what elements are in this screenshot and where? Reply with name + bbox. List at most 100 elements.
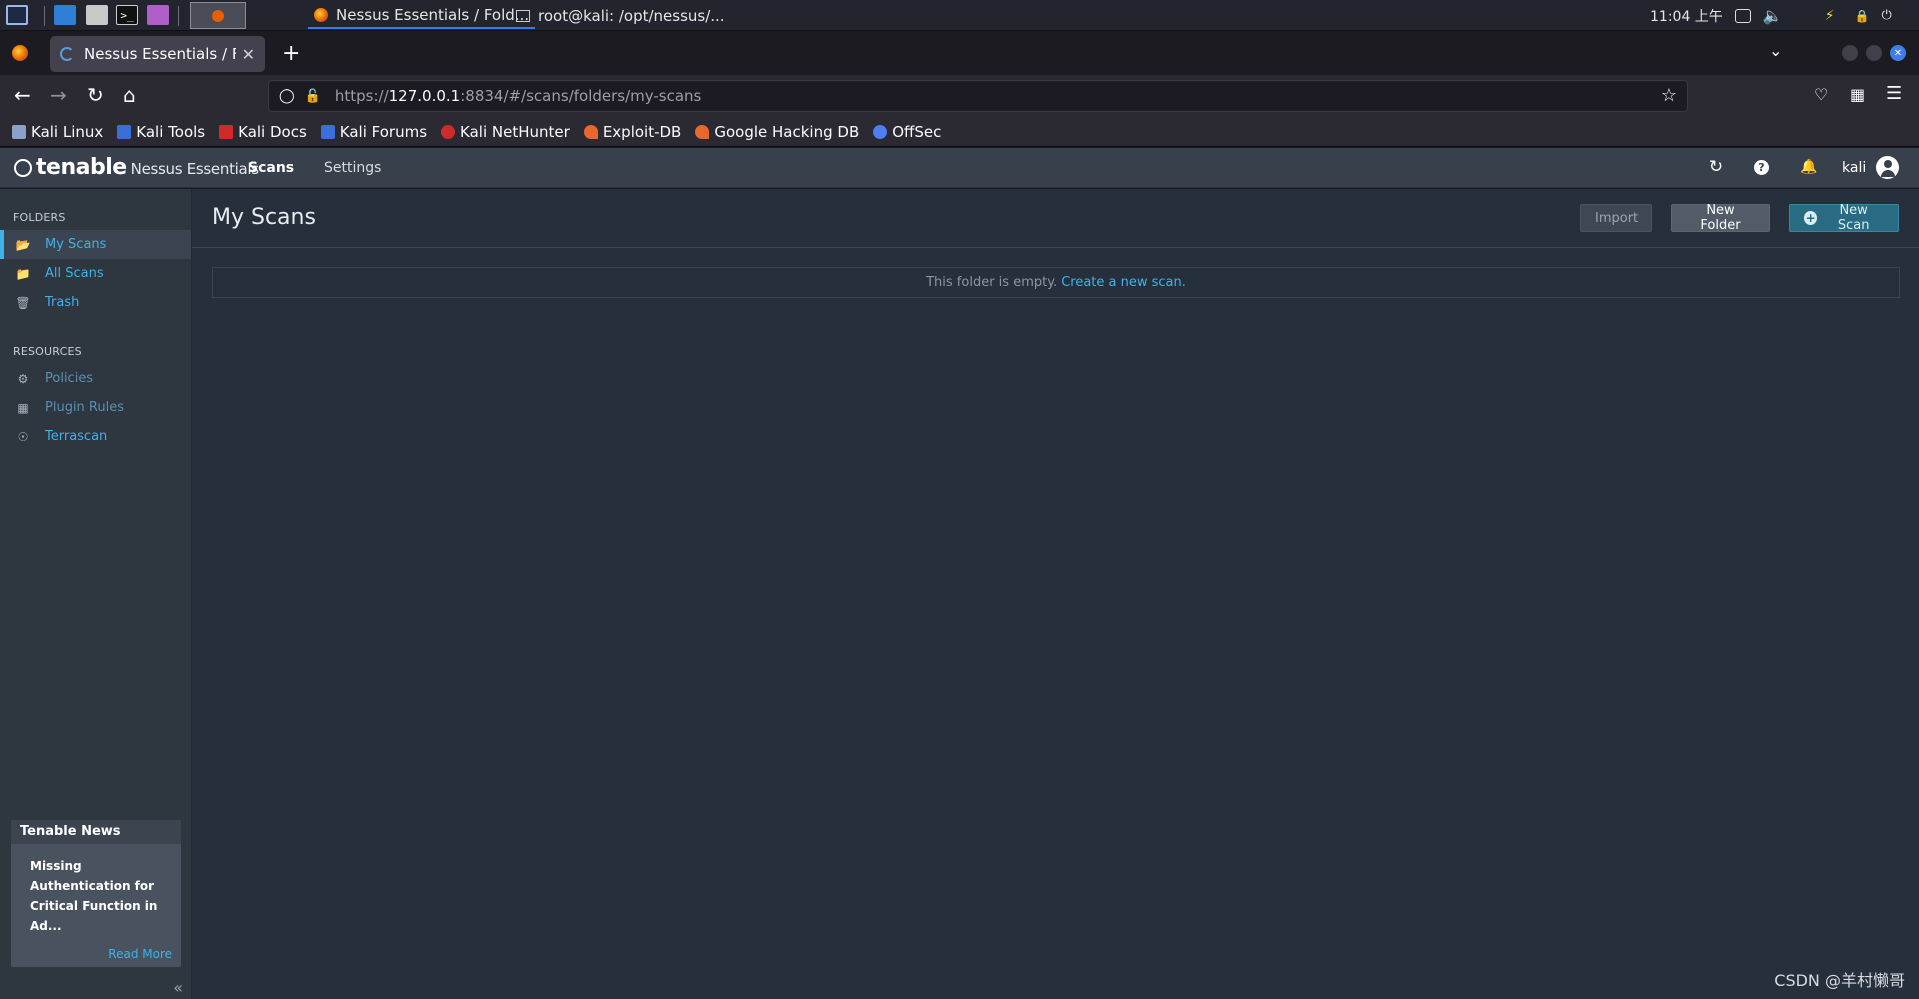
logout-icon[interactable]: ⏻ bbox=[1882, 8, 1892, 23]
back-icon[interactable]: ← bbox=[14, 83, 31, 107]
taskbar-task-terminal[interactable]: root@kali: /opt/nessus/... bbox=[510, 2, 731, 29]
taskbar-task-firefox[interactable]: Nessus Essentials / Fold... bbox=[308, 2, 536, 29]
read-more-link[interactable]: Read More bbox=[108, 947, 172, 961]
product-name: Nessus Essentials bbox=[130, 160, 259, 178]
sidebar: FOLDERS 📂 My Scans 📁 All Scans 🗑 Trash R… bbox=[0, 189, 192, 999]
file-manager-icon[interactable] bbox=[86, 5, 108, 25]
firefox-icon bbox=[212, 9, 224, 22]
window-close-button[interactable]: ✕ bbox=[1890, 45, 1906, 61]
sidebar-item-all-scans[interactable]: 📁 All Scans bbox=[0, 259, 191, 288]
insecure-lock-icon[interactable]: 🔓 bbox=[305, 89, 321, 104]
bookmark-google-hacking-db[interactable]: Google Hacking DB bbox=[695, 123, 859, 141]
tenable-ring-icon bbox=[14, 158, 32, 177]
bookmark-exploit-db[interactable]: Exploit-DB bbox=[583, 123, 681, 141]
tab-close-icon[interactable]: ✕ bbox=[242, 45, 255, 64]
folders-heading: FOLDERS bbox=[13, 211, 66, 224]
sidebar-item-label: My Scans bbox=[45, 237, 107, 252]
browser-nav-bar: ← → ↻ ⌂ ◯ 🔓 https://127.0.0.1:8834/#/sca… bbox=[0, 75, 1919, 117]
notification-icon[interactable] bbox=[1734, 8, 1751, 23]
workspace-switcher[interactable] bbox=[190, 2, 246, 29]
user-avatar-icon[interactable] bbox=[1876, 156, 1899, 179]
refresh-icon[interactable]: ↻ bbox=[1707, 157, 1725, 177]
bookmark-kali-nethunter[interactable]: Kali NetHunter bbox=[441, 123, 570, 141]
kali-dragon-icon bbox=[12, 124, 26, 139]
user-name[interactable]: kali bbox=[1842, 160, 1866, 176]
url-text[interactable]: https://127.0.0.1:8834/#/scans/folders/m… bbox=[335, 87, 702, 105]
sidebar-item-my-scans[interactable]: 📂 My Scans bbox=[0, 230, 191, 259]
bookmark-offsec[interactable]: OffSec bbox=[873, 123, 941, 141]
plugin-rules-icon: ▦ bbox=[17, 400, 29, 415]
trash-icon: 🗑 bbox=[15, 295, 31, 310]
app-menu-icon[interactable] bbox=[6, 5, 28, 25]
sidebar-item-label: Trash bbox=[45, 295, 80, 310]
extensions-icon[interactable]: ▦ bbox=[1850, 85, 1865, 104]
sidebar-item-label: All Scans bbox=[45, 266, 104, 281]
bookmark-kali-forums[interactable]: Kali Forums bbox=[320, 123, 427, 141]
tenable-news-widget: Tenable News Missing Authentication for … bbox=[11, 820, 181, 967]
tenable-logo[interactable]: tenable Nessus Essentials bbox=[14, 155, 259, 180]
loading-spinner-icon bbox=[60, 47, 74, 61]
news-headline[interactable]: Missing Authentication for Critical Func… bbox=[11, 844, 181, 936]
menu-icon[interactable]: ☰ bbox=[1886, 83, 1902, 104]
sidebar-item-label: Terrascan bbox=[45, 429, 108, 444]
create-scan-link[interactable]: Create a new scan. bbox=[1061, 275, 1186, 290]
empty-text: This folder is empty. bbox=[926, 275, 1058, 290]
new-scan-button[interactable]: + New Scan bbox=[1789, 203, 1899, 233]
bookmark-kali-tools[interactable]: Kali Tools bbox=[117, 123, 205, 141]
bookmarks-toolbar: Kali Linux Kali Tools Kali Docs Kali For… bbox=[0, 117, 1919, 147]
title-divider bbox=[192, 247, 1919, 248]
screenshot-tool-icon[interactable] bbox=[147, 5, 169, 25]
help-icon[interactable]: ? bbox=[1754, 160, 1769, 175]
page-title: My Scans bbox=[212, 205, 316, 230]
terminal-icon[interactable]: >_ bbox=[116, 5, 138, 25]
collapse-sidebar-icon[interactable]: « bbox=[173, 978, 183, 997]
kali-docs-icon bbox=[219, 124, 234, 139]
power-manager-icon[interactable]: ⚡ bbox=[1825, 8, 1835, 24]
firefox-view-icon[interactable] bbox=[12, 45, 28, 61]
sidebar-item-terrascan[interactable]: ☉ Terrascan bbox=[0, 422, 191, 451]
url-bar[interactable]: ◯ 🔓 https://127.0.0.1:8834/#/scans/folde… bbox=[268, 80, 1688, 112]
plus-circle-icon: + bbox=[1804, 211, 1818, 225]
offsec-icon bbox=[873, 124, 888, 139]
forward-icon[interactable]: → bbox=[50, 83, 67, 107]
lock-icon[interactable]: 🔒 bbox=[1855, 9, 1870, 23]
browser-tab-active[interactable]: Nessus Essentials / Folde ✕ bbox=[50, 36, 265, 72]
window-minimize-button[interactable] bbox=[1842, 45, 1858, 61]
taskbar-separator bbox=[178, 6, 179, 26]
nav-scans[interactable]: Scans bbox=[248, 160, 294, 176]
terrascan-icon: ☉ bbox=[17, 429, 29, 444]
exploit-db-icon bbox=[583, 124, 598, 139]
sidebar-item-policies[interactable]: ⚙ Policies bbox=[0, 364, 191, 393]
new-tab-button[interactable]: + bbox=[282, 41, 300, 66]
notifications-bell-icon[interactable]: 🔔 bbox=[1800, 158, 1818, 176]
folder-open-icon: 📂 bbox=[15, 237, 31, 252]
avatar-head bbox=[1883, 160, 1892, 168]
tracking-shield-icon[interactable]: ◯ bbox=[279, 88, 295, 104]
sidebar-item-label: Policies bbox=[45, 371, 94, 386]
bookmark-kali-docs[interactable]: Kali Docs bbox=[219, 123, 307, 141]
taskbar-task-label: root@kali: /opt/nessus/... bbox=[538, 6, 725, 25]
reload-icon[interactable]: ↻ bbox=[87, 83, 104, 107]
volume-icon[interactable]: 🔈 bbox=[1763, 6, 1783, 25]
bookmark-star-icon[interactable]: ☆ bbox=[1661, 85, 1677, 106]
kali-forums-icon bbox=[320, 124, 335, 139]
new-scan-label: New Scan bbox=[1837, 203, 1870, 233]
taskbar-task-label: Nessus Essentials / Fold... bbox=[336, 5, 530, 24]
import-button[interactable]: Import bbox=[1580, 204, 1652, 232]
browser-tab-strip: Nessus Essentials / Folde ✕ + ⌄ ✕ bbox=[0, 31, 1919, 75]
tab-title: Nessus Essentials / Folde bbox=[84, 45, 236, 63]
home-icon[interactable]: ⌂ bbox=[123, 83, 136, 107]
empty-folder-message: This folder is empty. Create a new scan. bbox=[212, 267, 1900, 298]
list-tabs-icon[interactable]: ⌄ bbox=[1769, 41, 1782, 60]
bookmark-kali-linux[interactable]: Kali Linux bbox=[12, 123, 103, 141]
show-desktop-icon[interactable] bbox=[54, 5, 76, 25]
brand-name: tenable bbox=[36, 155, 127, 180]
sidebar-item-plugin-rules[interactable]: ▦ Plugin Rules bbox=[0, 393, 191, 422]
new-folder-button[interactable]: New Folder bbox=[1671, 203, 1770, 233]
window-maximize-button[interactable] bbox=[1866, 45, 1882, 61]
resources-heading: RESOURCES bbox=[13, 345, 82, 358]
nav-settings[interactable]: Settings bbox=[324, 160, 381, 176]
clock[interactable]: 11:04 上午 bbox=[1650, 6, 1723, 26]
pocket-icon[interactable]: ♡ bbox=[1814, 85, 1828, 104]
sidebar-item-trash[interactable]: 🗑 Trash bbox=[0, 288, 191, 317]
